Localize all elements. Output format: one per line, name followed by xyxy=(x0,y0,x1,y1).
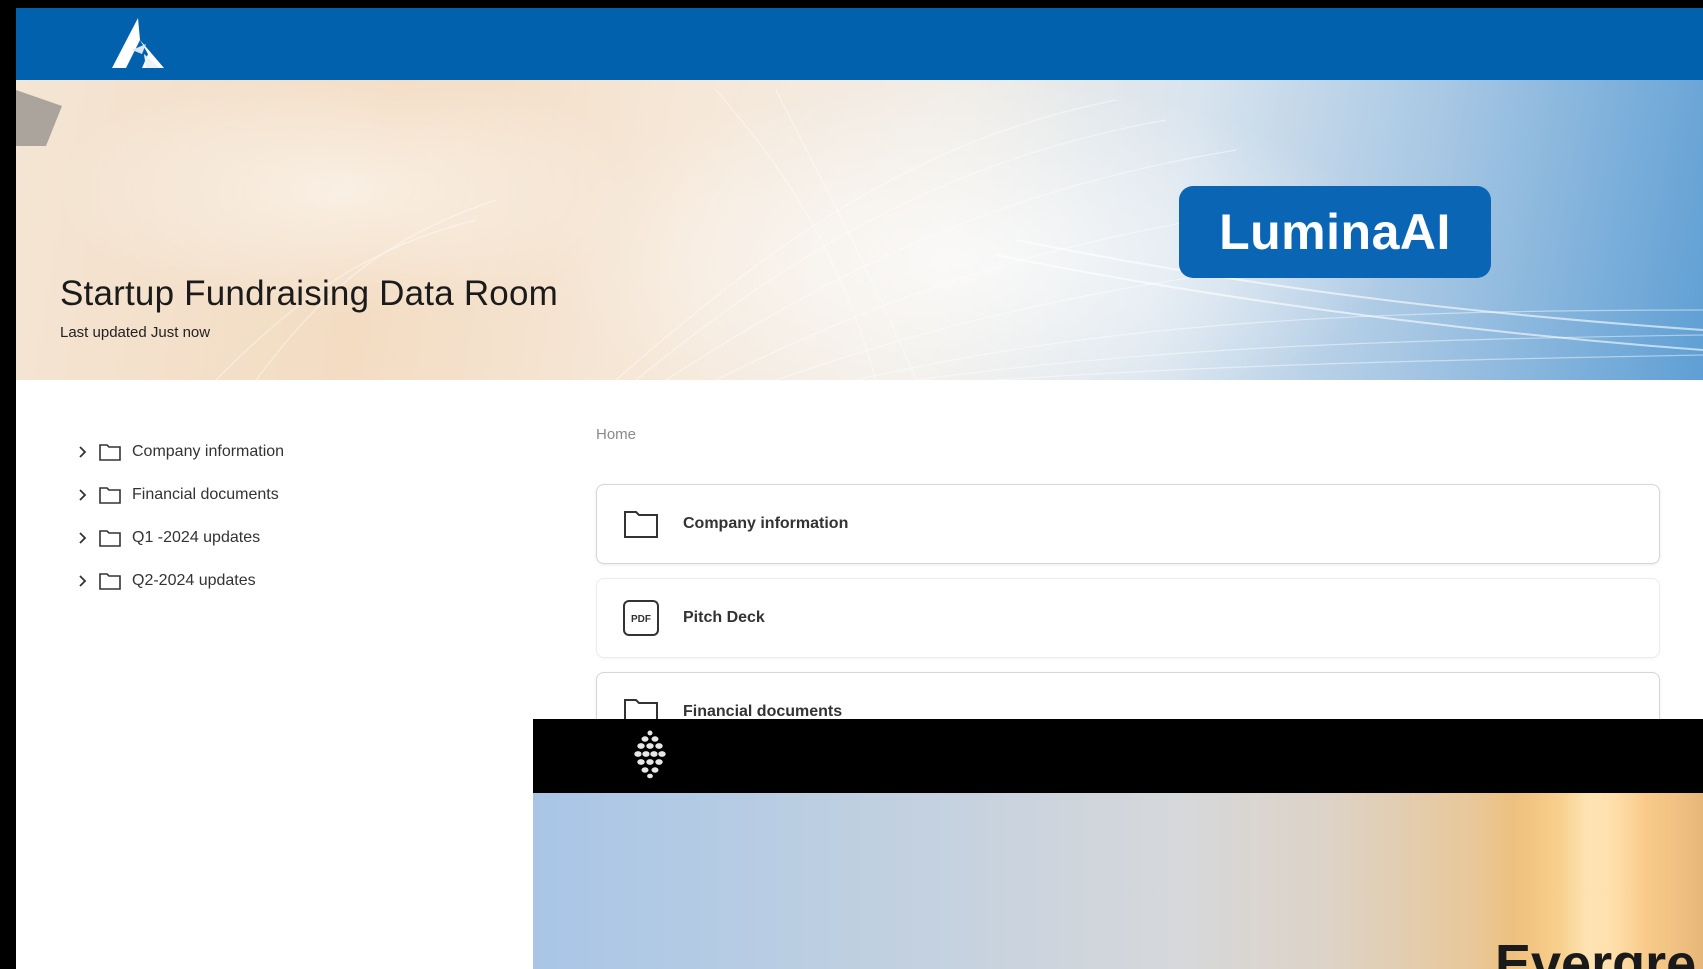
screen: LuminaAI Startup Fundraising Data Room L… xyxy=(0,0,1703,969)
hero-banner: LuminaAI Startup Fundraising Data Room L… xyxy=(16,80,1703,380)
tree-item-q1-2024-updates[interactable]: Q1 -2024 updates xyxy=(76,516,496,559)
pinecone-logo-icon[interactable] xyxy=(631,727,669,781)
tree-item-label: Q1 -2024 updates xyxy=(132,528,261,546)
hero-corner-decoration xyxy=(16,90,62,146)
second-window-top-bar xyxy=(533,719,1703,793)
second-window: Evergre xyxy=(533,719,1703,969)
chevron-right-icon[interactable] xyxy=(76,445,90,459)
folder-icon xyxy=(99,572,121,590)
tree-item-financial-documents[interactable]: Financial documents xyxy=(76,473,496,516)
folder-icon xyxy=(624,511,658,538)
top-bar xyxy=(16,8,1703,80)
list-item-company-information[interactable]: Company information xyxy=(596,484,1660,564)
second-window-hero: Evergre xyxy=(533,793,1703,969)
list-item-label: Pitch Deck xyxy=(683,609,765,626)
list-item-pitch-deck[interactable]: PDF Pitch Deck xyxy=(596,578,1660,658)
chevron-right-icon[interactable] xyxy=(76,488,90,502)
tree-item-label: Company information xyxy=(132,442,285,460)
tree-item-q2-2024-updates[interactable]: Q2-2024 updates xyxy=(76,559,496,602)
tree-item-label: Q2-2024 updates xyxy=(132,571,256,589)
pdf-icon-text: PDF xyxy=(631,614,651,625)
tree-item-company-information[interactable]: Company information xyxy=(76,430,496,473)
chevron-right-icon[interactable] xyxy=(76,531,90,545)
second-window-title: Evergre xyxy=(1495,934,1697,969)
folder-tree: Company information Financial documents … xyxy=(76,430,496,602)
mountain-logo-icon[interactable] xyxy=(102,14,174,72)
tree-item-label: Financial documents xyxy=(132,485,279,503)
folder-icon xyxy=(99,443,121,461)
last-updated-text: Last updated Just now xyxy=(60,324,211,341)
folder-icon xyxy=(99,486,121,504)
breadcrumb[interactable]: Home xyxy=(596,426,636,443)
pdf-file-icon: PDF xyxy=(623,600,659,636)
brand-badge: LuminaAI xyxy=(1179,186,1491,278)
list-item-label: Company information xyxy=(683,515,849,532)
chevron-right-icon[interactable] xyxy=(76,574,90,588)
folder-icon xyxy=(99,529,121,547)
page-title: Startup Fundraising Data Room xyxy=(60,274,558,313)
